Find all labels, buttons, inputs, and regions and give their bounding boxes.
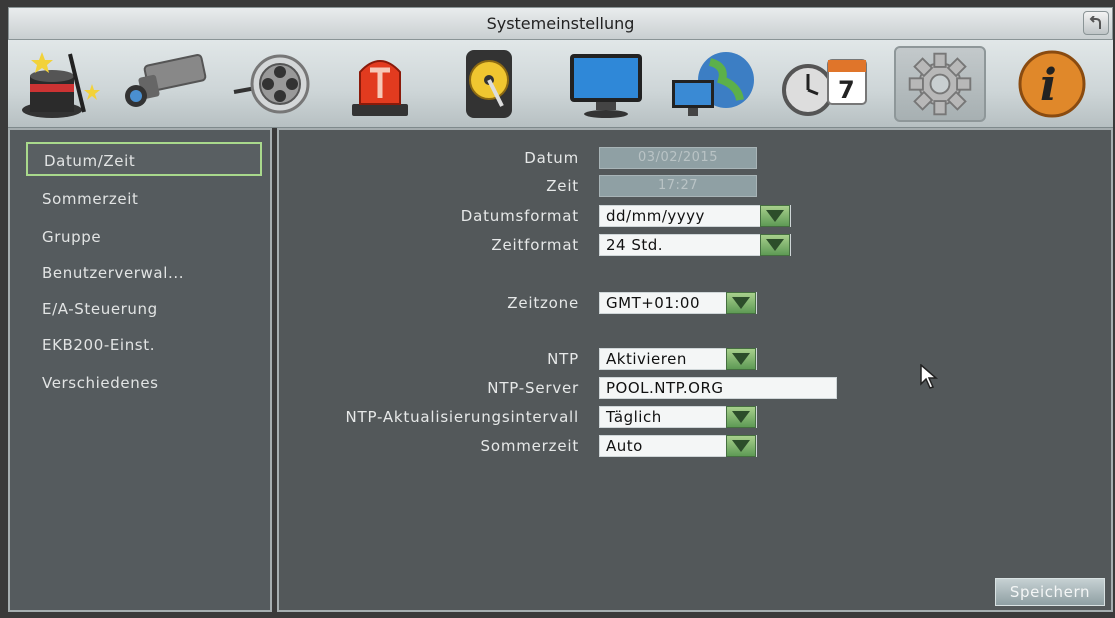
- datum-label: Datum: [524, 149, 579, 167]
- camera-icon[interactable]: [118, 46, 210, 122]
- menu-item-sommerzeit[interactable]: Sommerzeit: [24, 182, 264, 216]
- datum-field: 03/02/2015: [599, 147, 757, 169]
- datumsformat-value: dd/mm/yyyy: [606, 207, 705, 225]
- save-button[interactable]: Speichern: [995, 578, 1105, 606]
- display-icon[interactable]: [558, 46, 650, 122]
- back-arrow-icon: [1089, 16, 1101, 29]
- alarm-icon[interactable]: [334, 46, 426, 122]
- ntp-server-input[interactable]: POOL.NTP.ORG: [599, 377, 837, 399]
- menu-item-benutzerverwaltung[interactable]: Benutzerverwal...: [24, 256, 264, 290]
- zeitformat-select[interactable]: 24 Std.: [599, 234, 791, 256]
- zeitformat-value: 24 Std.: [606, 236, 664, 254]
- sommerzeit-value: Auto: [606, 437, 643, 455]
- window-title-bar: Systemeinstellung: [8, 7, 1113, 40]
- datumsformat-select[interactable]: dd/mm/yyyy: [599, 205, 791, 227]
- dropdown-arrow-icon[interactable]: [760, 205, 790, 227]
- storage-icon[interactable]: [442, 46, 534, 122]
- ntp-server-label: NTP-Server: [487, 379, 579, 397]
- ntp-interval-value: Täglich: [606, 408, 662, 426]
- ntp-interval-select[interactable]: Täglich: [599, 406, 757, 428]
- sommerzeit-select[interactable]: Auto: [599, 435, 757, 457]
- info-icon[interactable]: i: [1006, 46, 1098, 122]
- dropdown-arrow-icon[interactable]: [760, 234, 790, 256]
- menu-item-ekb200[interactable]: EKB200-Einst.: [24, 328, 264, 362]
- dropdown-arrow-icon[interactable]: [726, 292, 756, 314]
- ntp-value: Aktivieren: [606, 350, 687, 368]
- settings-menu: Datum/Zeit Sommerzeit Gruppe Benutzerver…: [8, 128, 272, 612]
- wizard-icon[interactable]: [12, 46, 104, 122]
- date-time-settings-panel: Datum 03/02/2015 Zeit 17:27 Datumsformat…: [277, 128, 1113, 612]
- ntp-interval-label: NTP-Aktualisierungsintervall: [345, 408, 579, 426]
- ntp-select[interactable]: Aktivieren: [599, 348, 757, 370]
- back-button[interactable]: [1083, 11, 1109, 35]
- schedule-icon[interactable]: 7: [778, 46, 870, 122]
- svg-text:i: i: [1040, 60, 1057, 111]
- zeitzone-label: Zeitzone: [507, 294, 579, 312]
- network-icon[interactable]: [668, 46, 760, 122]
- sommerzeit-label: Sommerzeit: [480, 437, 579, 455]
- record-icon[interactable]: [226, 46, 318, 122]
- dropdown-arrow-icon[interactable]: [726, 435, 756, 457]
- zeitzone-select[interactable]: GMT+01:00: [599, 292, 757, 314]
- zeit-label: Zeit: [546, 177, 579, 195]
- window-title: Systemeinstellung: [486, 14, 635, 33]
- zeit-field: 17:27: [599, 175, 757, 197]
- mouse-cursor-icon: [920, 364, 939, 389]
- settings-toolbar: 7 i: [8, 40, 1113, 128]
- dropdown-arrow-icon[interactable]: [726, 406, 756, 428]
- menu-item-gruppe[interactable]: Gruppe: [24, 220, 264, 254]
- system-settings-icon[interactable]: [894, 46, 986, 122]
- svg-text:7: 7: [838, 76, 855, 104]
- datumsformat-label: Datumsformat: [460, 207, 579, 225]
- zeitzone-value: GMT+01:00: [606, 294, 701, 312]
- dropdown-arrow-icon[interactable]: [726, 348, 756, 370]
- menu-item-ea-steuerung[interactable]: E/A-Steuerung: [24, 292, 264, 326]
- menu-item-datum-zeit[interactable]: Datum/Zeit: [26, 142, 262, 176]
- zeitformat-label: Zeitformat: [491, 236, 579, 254]
- menu-item-verschiedenes[interactable]: Verschiedenes: [24, 366, 264, 400]
- ntp-label: NTP: [547, 350, 579, 368]
